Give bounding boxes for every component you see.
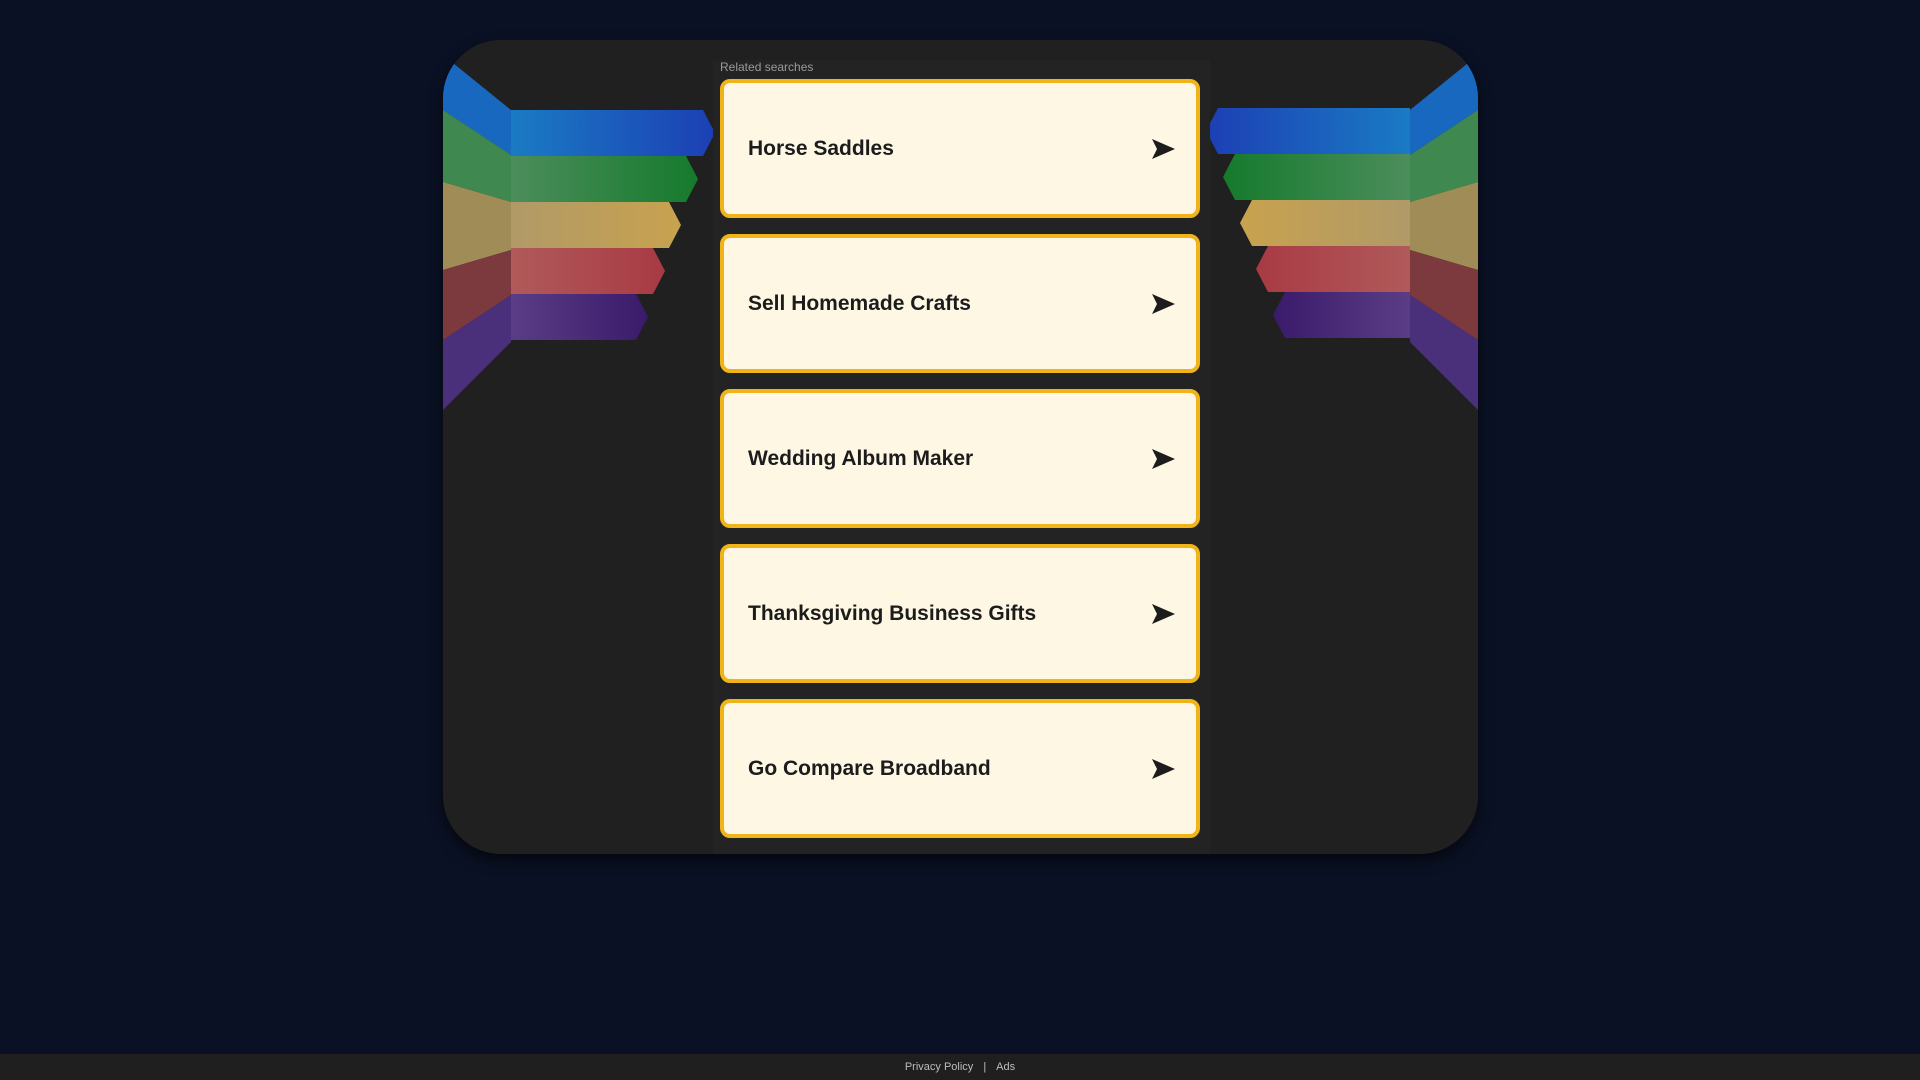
related-searches-label: Related searches: [720, 60, 814, 74]
footer-separator: |: [983, 1061, 987, 1073]
related-searches-list: Horse Saddles Sell Homemade Crafts Weddi…: [720, 79, 1200, 854]
search-link-label: Wedding Album Maker: [748, 446, 974, 470]
search-link-label: Thanksgiving Business Gifts: [748, 601, 1037, 625]
search-link-label: Horse Saddles: [748, 136, 894, 160]
arrow-right-icon: [1152, 293, 1175, 314]
decorative-wing-right: [1206, 55, 1478, 410]
arrow-right-icon: [1152, 603, 1175, 624]
ads-link[interactable]: Ads: [996, 1061, 1015, 1073]
arrow-right-icon: [1152, 138, 1175, 159]
search-link-card[interactable]: Horse Saddles: [720, 79, 1200, 218]
search-link-card[interactable]: Go Compare Broadband: [720, 699, 1200, 838]
search-link-card[interactable]: Sell Homemade Crafts: [720, 234, 1200, 373]
decorative-wing-left: [443, 55, 715, 410]
search-link-label: Go Compare Broadband: [748, 756, 991, 780]
search-link-card[interactable]: Thanksgiving Business Gifts: [720, 544, 1200, 683]
privacy-policy-link[interactable]: Privacy Policy: [905, 1061, 973, 1073]
footer-bar: Privacy Policy | Ads: [0, 1054, 1920, 1080]
arrow-right-icon: [1152, 448, 1175, 469]
search-link-card[interactable]: Wedding Album Maker: [720, 389, 1200, 528]
arrow-right-icon: [1152, 758, 1175, 779]
search-link-label: Sell Homemade Crafts: [748, 291, 971, 315]
